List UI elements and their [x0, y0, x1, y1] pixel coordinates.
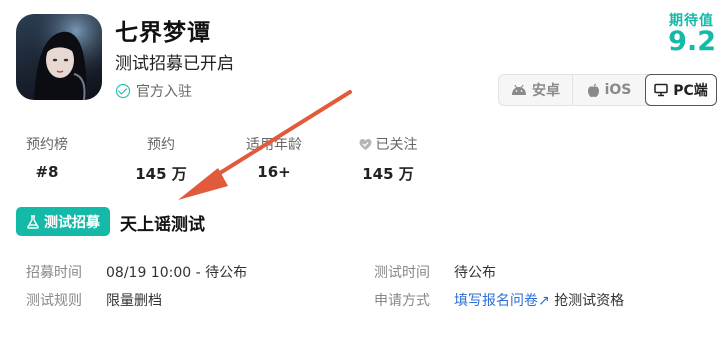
heart-check-icon — [359, 138, 372, 151]
stat-value: 145 万 — [135, 165, 187, 183]
test-time-value: 待公布 — [454, 265, 496, 281]
android-icon — [512, 84, 526, 95]
platform-tab-pc[interactable]: PC端 — [645, 74, 717, 106]
platform-tab-android[interactable]: 安卓 — [499, 75, 573, 105]
platform-label-android: 安卓 — [532, 83, 560, 99]
stat-label: 适用年龄 — [246, 137, 302, 153]
signup-survey-link[interactable]: 填写报名问卷↗ — [454, 293, 550, 309]
stat-label: 已关注 — [375, 137, 418, 153]
verified-check-icon — [116, 84, 130, 98]
external-link-icon: ↗ — [538, 293, 550, 309]
apple-icon — [587, 83, 599, 97]
test-rule-label: 测试规则 — [26, 293, 82, 309]
stat-value: 145 万 — [362, 165, 414, 183]
platform-label-ios: iOS — [604, 82, 632, 98]
stat-value: #8 — [35, 163, 59, 181]
recruit-time-value: 08/19 10:00 - 待公布 — [106, 265, 248, 281]
test-name: 天上谣测试 — [120, 215, 205, 235]
apply-method-row: 申请方式 填写报名问卷↗ 抢测试资格 — [374, 290, 624, 310]
apply-method-label: 申请方式 — [374, 293, 430, 309]
stat-label: 预约 — [147, 137, 175, 153]
official-badge: 官方入驻 — [116, 81, 192, 101]
recruit-time-label: 招募时间 — [26, 265, 82, 281]
official-label: 官方入驻 — [136, 84, 192, 100]
platform-switcher: 安卓 iOS PC端 — [498, 74, 717, 106]
monitor-icon — [654, 83, 668, 97]
game-app-icon — [16, 14, 102, 100]
test-recruit-badge: 测试招募 — [16, 207, 110, 236]
recruit-time-row: 招募时间 08/19 10:00 - 待公布 — [26, 262, 247, 282]
badge-label: 测试招募 — [44, 214, 100, 231]
test-time-row: 测试时间 待公布 — [374, 262, 496, 282]
apply-suffix: 抢测试资格 — [554, 293, 625, 309]
stat-label: 预约榜 — [26, 137, 68, 153]
stat-reservation-rank: 预约榜 #8 — [22, 134, 72, 181]
test-time-label: 测试时间 — [374, 265, 430, 281]
rating-value: 9.2 — [668, 26, 716, 57]
test-rule-row: 测试规则 限量删档 — [26, 290, 162, 310]
stat-reservations: 预约 145 万 — [126, 134, 196, 184]
flask-icon — [27, 214, 39, 229]
platform-tab-ios[interactable]: iOS — [573, 75, 645, 105]
stat-age-rating: 适用年龄 16+ — [236, 134, 312, 181]
stat-value: 16+ — [257, 163, 291, 181]
game-title: 七界梦谭 — [115, 20, 211, 46]
platform-label-pc: PC端 — [673, 83, 708, 99]
game-subtitle: 测试招募已开启 — [115, 54, 234, 74]
stat-followers[interactable]: 已关注 145 万 — [350, 134, 426, 184]
test-rule-value: 限量删档 — [106, 293, 162, 309]
